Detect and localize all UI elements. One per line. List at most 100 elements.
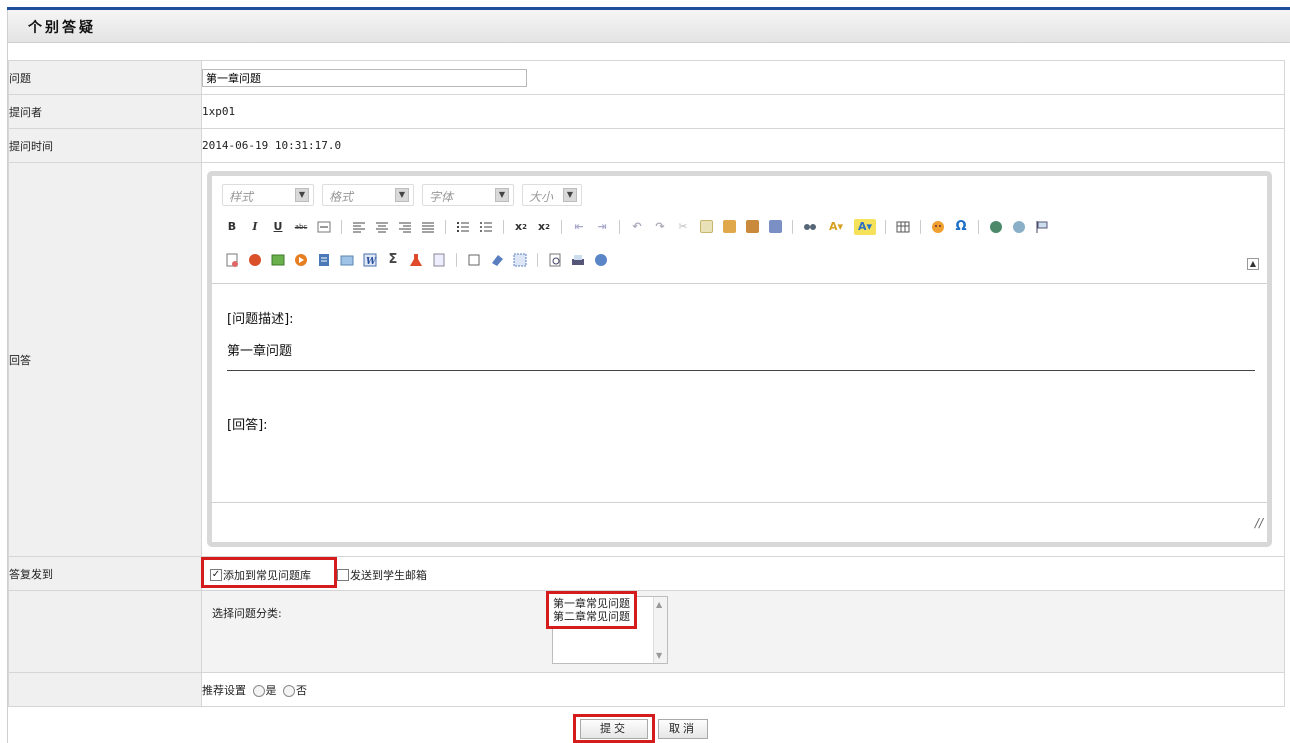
superscript-icon[interactable]: x2 bbox=[536, 219, 552, 235]
rich-text-editor: 样式 ▼ 格式 ▼ 字体 ▼ 大小 ▼ B I U abc x 2 x 2 ⇤ … bbox=[207, 170, 1272, 547]
separator bbox=[341, 219, 342, 234]
separator bbox=[792, 219, 793, 234]
listbox-scrollbar[interactable]: ▲ ▼ bbox=[653, 597, 667, 663]
redo-icon[interactable]: ↷ bbox=[652, 219, 668, 235]
formula-icon[interactable]: Σ bbox=[385, 252, 401, 268]
table-icon[interactable] bbox=[895, 219, 911, 235]
row-category: 选择问题分类: 第一章常见问题 第二章常见问题 ▲ ▼ bbox=[8, 590, 1285, 673]
cancel-button[interactable]: 取消 bbox=[658, 719, 708, 739]
cut-icon[interactable]: ✂ bbox=[675, 219, 691, 235]
editor-divider bbox=[227, 369, 1255, 371]
svg-text:W: W bbox=[366, 257, 377, 267]
template-icon[interactable] bbox=[316, 252, 332, 268]
horizontal-rule-icon[interactable] bbox=[316, 219, 332, 235]
spellcheck-alt-icon[interactable] bbox=[1011, 219, 1027, 235]
submit-button[interactable]: 提交 bbox=[580, 719, 648, 739]
category-label: 选择问题分类: bbox=[212, 607, 282, 620]
font-combo-label: 字体 bbox=[429, 189, 454, 204]
form-icon[interactable] bbox=[431, 252, 447, 268]
answer-cell: 样式 ▼ 格式 ▼ 字体 ▼ 大小 ▼ B I U abc x 2 x 2 ⇤ … bbox=[201, 162, 1285, 557]
maximize-icon[interactable] bbox=[593, 252, 609, 268]
category-row-label bbox=[8, 590, 202, 673]
add-faq-checkbox[interactable]: ✓ bbox=[210, 569, 222, 581]
new-page-icon[interactable] bbox=[224, 252, 240, 268]
format-combo[interactable]: 格式 ▼ bbox=[322, 183, 414, 206]
size-combo[interactable]: 大小 ▼ bbox=[522, 183, 582, 206]
paste-word-icon[interactable] bbox=[767, 219, 783, 235]
category-option[interactable]: 第二章常见问题 bbox=[553, 610, 630, 623]
chevron-down-icon: ▼ bbox=[295, 187, 309, 202]
editor-content[interactable]: [问题描述]: 第一章问题 [回答]: bbox=[212, 284, 1267, 502]
flash-icon[interactable] bbox=[247, 252, 263, 268]
chemistry-icon[interactable] bbox=[408, 252, 424, 268]
toolbar-row-1: B I U abc x2 x 2 ⇤ ⇥ ↶ ↷ ✂ A▾ A▾ Ω bbox=[224, 218, 1050, 235]
style-combo[interactable]: 样式 ▼ bbox=[222, 183, 314, 206]
separator bbox=[885, 219, 886, 234]
numbered-list-icon[interactable] bbox=[455, 219, 471, 235]
special-char-icon[interactable]: Ω bbox=[953, 219, 969, 235]
send-to-cell: ✓ 添加到常见问题库 发送到学生邮箱 bbox=[201, 556, 1285, 591]
strikethrough-icon[interactable]: abc bbox=[293, 219, 309, 235]
answer-label: 回答 bbox=[8, 162, 202, 557]
undo-icon[interactable]: ↶ bbox=[629, 219, 645, 235]
align-center-icon[interactable] bbox=[374, 219, 390, 235]
send-email-checkbox[interactable] bbox=[337, 569, 349, 581]
separator bbox=[619, 219, 620, 234]
align-right-icon[interactable] bbox=[397, 219, 413, 235]
separator bbox=[503, 219, 504, 234]
bold-icon[interactable]: B bbox=[224, 219, 240, 235]
background-color-icon[interactable]: A▾ bbox=[854, 218, 876, 235]
font-combo[interactable]: 字体 ▼ bbox=[422, 183, 514, 206]
send-email-option[interactable]: 发送到学生邮箱 bbox=[337, 567, 427, 583]
italic-icon[interactable]: I bbox=[247, 219, 263, 235]
category-option[interactable]: 第一章常见问题 bbox=[553, 597, 630, 610]
checkbox-icon[interactable] bbox=[466, 252, 482, 268]
align-left-icon[interactable] bbox=[351, 219, 367, 235]
toolbar-collapse-icon[interactable]: ▲ bbox=[1247, 257, 1259, 270]
bulleted-list-icon[interactable] bbox=[478, 219, 494, 235]
print-icon[interactable] bbox=[570, 252, 586, 268]
editor-answer-heading: [回答]: bbox=[227, 417, 268, 433]
send-email-label: 发送到学生邮箱 bbox=[350, 569, 427, 582]
paste-icon[interactable] bbox=[721, 219, 737, 235]
row-question: 问题 bbox=[8, 60, 1285, 95]
time-label: 提问时间 bbox=[8, 128, 202, 163]
recommend-yes-radio[interactable] bbox=[252, 684, 265, 697]
category-listbox[interactable]: 第一章常见问题 第二章常见问题 ▲ ▼ bbox=[546, 591, 668, 664]
image-icon[interactable] bbox=[270, 252, 286, 268]
flag-icon[interactable] bbox=[1034, 219, 1050, 235]
toolbar-row-2: W Σ bbox=[224, 252, 609, 268]
separator bbox=[920, 219, 921, 234]
subscript-icon[interactable]: x2 bbox=[513, 219, 529, 235]
spellcheck-icon[interactable] bbox=[988, 219, 1004, 235]
chevron-down-icon: ▼ bbox=[395, 187, 409, 202]
resize-grip-icon[interactable]: // bbox=[1255, 516, 1263, 530]
underline-icon[interactable]: U bbox=[270, 219, 286, 235]
find-icon[interactable] bbox=[802, 219, 818, 235]
paste-text-icon[interactable] bbox=[744, 219, 760, 235]
preview-icon[interactable] bbox=[547, 252, 563, 268]
justify-icon[interactable] bbox=[420, 219, 436, 235]
add-faq-option[interactable]: ✓ 添加到常见问题库 bbox=[210, 567, 311, 583]
recommend-label: 推荐设置 bbox=[202, 683, 246, 697]
recommend-yes-label: 是 bbox=[265, 683, 277, 697]
outdent-icon[interactable]: ⇤ bbox=[571, 219, 587, 235]
copy-icon[interactable] bbox=[698, 219, 714, 235]
word-icon[interactable]: W bbox=[362, 252, 378, 268]
smiley-icon[interactable] bbox=[930, 219, 946, 235]
scroll-down-icon[interactable]: ▼ bbox=[656, 651, 662, 660]
eraser-icon[interactable] bbox=[489, 252, 505, 268]
indent-icon[interactable]: ⇥ bbox=[594, 219, 610, 235]
recommend-no-label: 否 bbox=[296, 683, 307, 697]
separator bbox=[978, 219, 979, 234]
media-icon[interactable] bbox=[293, 252, 309, 268]
text-color-icon[interactable]: A▾ bbox=[825, 219, 847, 235]
panel-header: 个别答疑 bbox=[7, 10, 1290, 43]
row-asker: 提问者 1xp01 bbox=[8, 94, 1285, 129]
recommend-no-radio[interactable] bbox=[283, 684, 295, 697]
button-bar: 提交 取消 bbox=[8, 714, 1285, 743]
scroll-up-icon[interactable]: ▲ bbox=[656, 600, 662, 609]
question-input[interactable] bbox=[202, 68, 527, 87]
select-all-icon[interactable] bbox=[512, 252, 528, 268]
document-icon[interactable] bbox=[339, 252, 355, 268]
